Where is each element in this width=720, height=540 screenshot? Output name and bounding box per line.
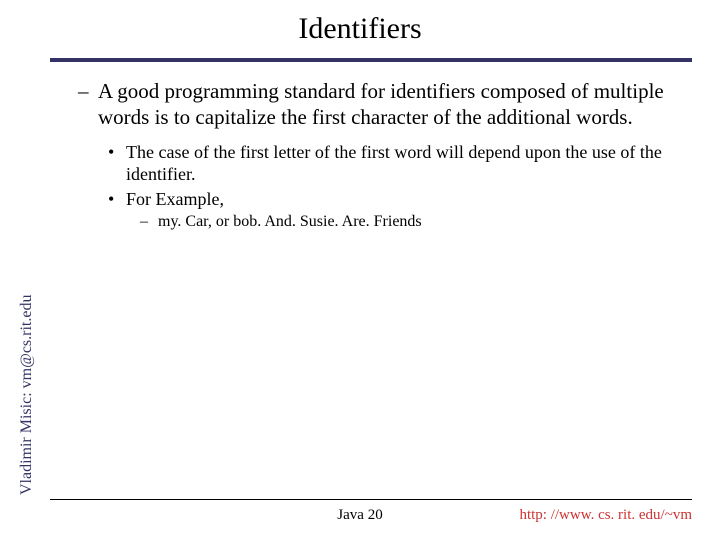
footer-divider bbox=[50, 499, 692, 500]
bullet-sub-2: For Example, bbox=[108, 188, 680, 211]
footer-url: http: //www. cs. rit. edu/~vm bbox=[519, 507, 692, 524]
bullet-example: my. Car, or bob. And. Susie. Are. Friend… bbox=[140, 212, 680, 233]
page-title: Identifiers bbox=[0, 0, 720, 46]
content-area: A good programming standard for identifi… bbox=[78, 78, 680, 233]
author-sidebar: Vladimir Misic: vm@cs.rit.edu bbox=[18, 295, 36, 495]
title-divider bbox=[50, 58, 692, 62]
slide: Identifiers A good programming standard … bbox=[0, 0, 720, 540]
bullet-main: A good programming standard for identifi… bbox=[78, 78, 680, 131]
bullet-sub-1: The case of the first letter of the firs… bbox=[108, 141, 680, 186]
